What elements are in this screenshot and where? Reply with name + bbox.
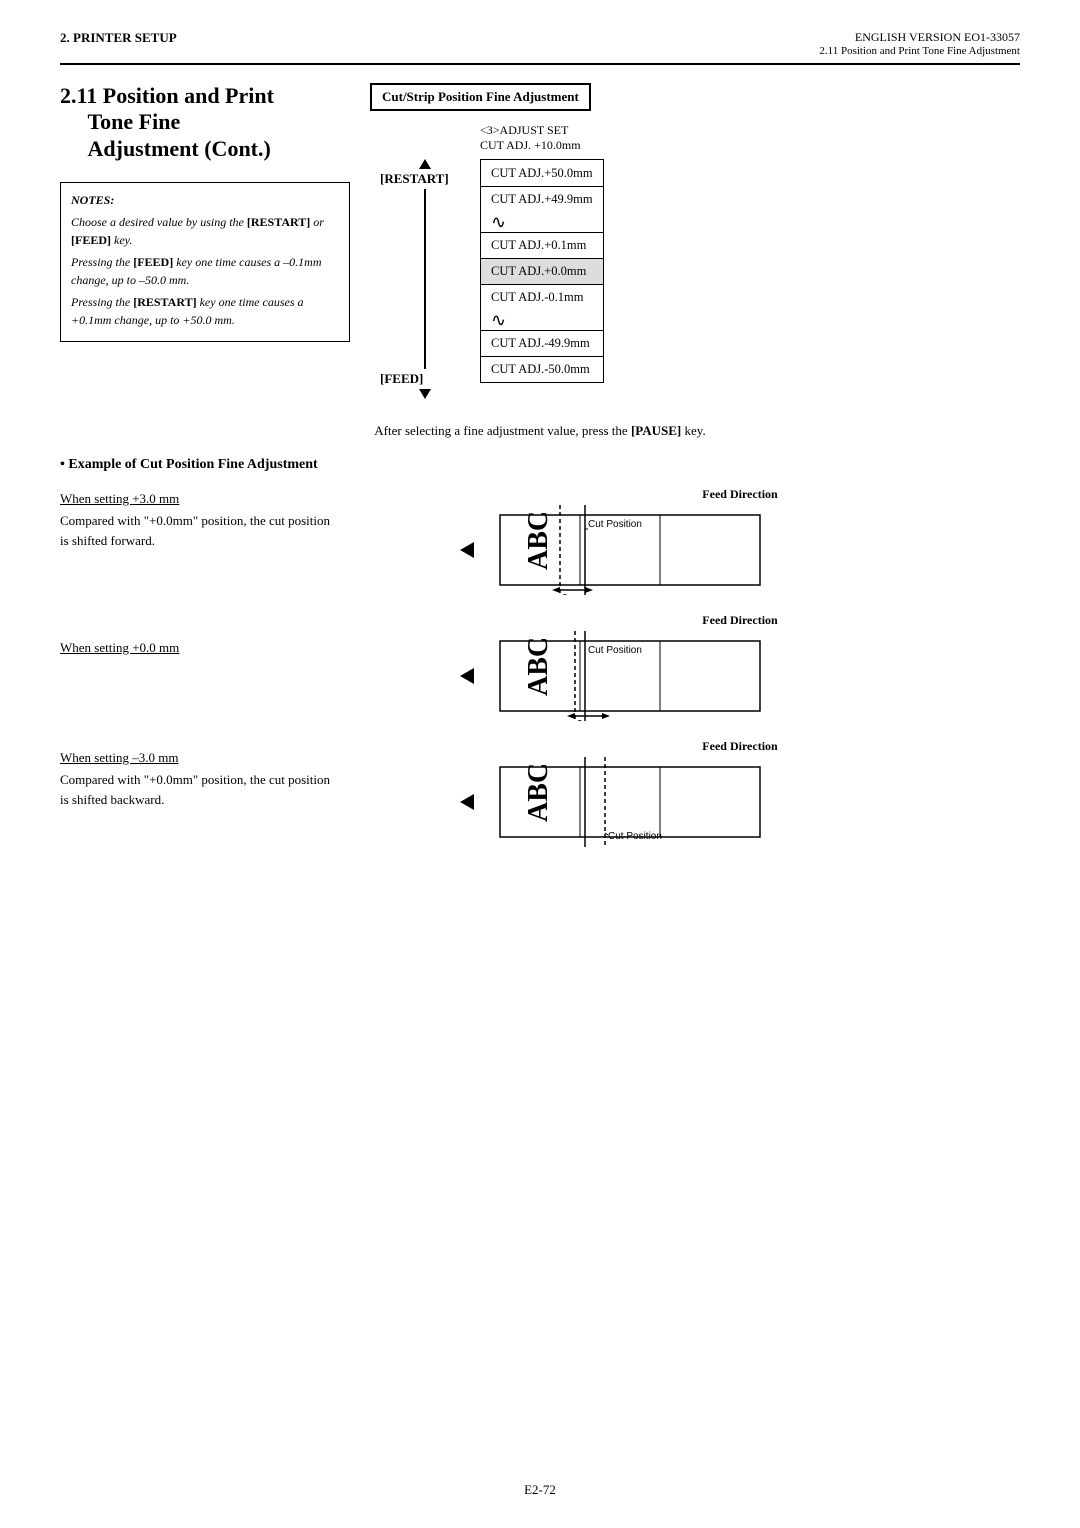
example-section: • Example of Cut Position Fine Adjustmen…: [60, 457, 1020, 853]
svg-text:Cut Position: Cut Position: [588, 519, 642, 530]
restart-label: [RESTART]: [380, 171, 449, 187]
section-title-line3: Adjustment (Cont.): [88, 136, 271, 161]
all-cases-visual: Feed Direction ABC: [460, 487, 1020, 853]
label-svg-plus3: ABC 3mm Cut Position: [490, 505, 770, 595]
section-title: 2.11 Position and Print Tone Fine Adjust…: [60, 83, 350, 162]
arrow-shaft-lower: [424, 279, 426, 369]
example-title: • Example of Cut Position Fine Adjustmen…: [60, 457, 1020, 473]
diagram-title: Cut/Strip Position Fine Adjustment: [370, 83, 591, 111]
section-title-line2: Tone Fine: [88, 109, 181, 134]
case-zero-text: When setting +0.0 mm: [60, 640, 420, 660]
svg-text:ABC: ABC: [523, 637, 554, 696]
svg-text:ABC: ABC: [523, 763, 554, 822]
case-minus3-visual: Feed Direction ABC: [460, 739, 1020, 847]
all-cases-text: When setting +3.0 mm Compared with "+0.0…: [60, 487, 420, 809]
case-minus3-feed-label: Feed Direction: [460, 739, 1020, 754]
case-minus3-title: When setting –3.0 mm: [60, 750, 420, 766]
case-plus3-feed-row: ABC 3mm Cut Position: [460, 505, 1020, 595]
value-row-1: CUT ADJ.+50.0mm: [481, 160, 603, 186]
label-svg-minus3: ABC Cut Position: [490, 757, 770, 847]
svg-text:3mm: 3mm: [562, 593, 584, 595]
right-column: Cut/Strip Position Fine Adjustment <3>AD…: [370, 83, 1020, 399]
case-zero-feed-label: Feed Direction: [460, 613, 1020, 628]
case-plus3-text: When setting +3.0 mm Compared with "+0.0…: [60, 491, 420, 550]
feed-arrow-zero: [460, 668, 474, 684]
svg-text:Cut Position: Cut Position: [608, 831, 662, 842]
page-header: 2. PRINTER SETUP ENGLISH VERSION EO1-330…: [60, 30, 1020, 65]
notes-title: NOTES:: [71, 191, 339, 209]
value-row-2: CUT ADJ.+49.9mm: [481, 186, 603, 212]
case-zero-feed-row: ABC 3mm Cut Position: [460, 631, 1020, 721]
label-svg-zero: ABC 3mm Cut Position: [490, 631, 770, 721]
section-number: 2.11: [60, 83, 97, 108]
case-zero-title: When setting +0.0 mm: [60, 640, 420, 656]
footer-page-num: E2-72: [524, 1482, 556, 1497]
value-row-4: CUT ADJ.+0.0mm: [481, 258, 603, 284]
arrow-down-tip: [419, 389, 431, 399]
value-row-3: CUT ADJ.+0.1mm: [481, 232, 603, 258]
case-minus3-feed-row: ABC Cut Position: [460, 757, 1020, 847]
top-note: <3>ADJUST SETCUT ADJ. +10.0mm: [480, 123, 1020, 153]
notes-line2: Pressing the [FEED] key one time causes …: [71, 253, 339, 289]
after-text: After selecting a fine adjustment value,…: [60, 423, 1020, 439]
value-row-6: CUT ADJ.-49.9mm: [481, 330, 603, 356]
arrow-column: [RESTART] [FEED]: [370, 159, 480, 399]
page-footer: E2-72: [0, 1482, 1080, 1498]
notes-line1: Choose a desired value by using the [RES…: [71, 213, 339, 249]
case-minus3-text: When setting –3.0 mm Compared with "+0.0…: [60, 750, 420, 809]
svg-text:ABC: ABC: [523, 511, 554, 570]
case-plus3-visual: Feed Direction ABC: [460, 487, 1020, 595]
svg-text:Cut Position: Cut Position: [588, 645, 642, 656]
left-column: 2.11 Position and Print Tone Fine Adjust…: [60, 83, 350, 399]
value-row-7: CUT ADJ.-50.0mm: [481, 356, 603, 382]
feed-label: [FEED]: [380, 371, 423, 387]
notes-line3: Pressing the [RESTART] key one time caus…: [71, 293, 339, 329]
feed-arrow-plus3: [460, 542, 474, 558]
example-block: When setting +3.0 mm Compared with "+0.0…: [60, 487, 1020, 853]
feed-arrow-minus3: [460, 794, 474, 810]
header-right: ENGLISH VERSION EO1-33057 2.11 Position …: [819, 30, 1020, 57]
squiggle-2: ∿: [481, 310, 603, 330]
arrow-up-tip: [419, 159, 431, 169]
section-title-line1: Position and Print: [103, 83, 274, 108]
svg-text:3mm: 3mm: [577, 719, 599, 721]
main-content: 2.11 Position and Print Tone Fine Adjust…: [60, 83, 1020, 399]
case-minus3-desc: Compared with "+0.0mm" position, the cut…: [60, 772, 330, 807]
notes-box: NOTES: Choose a desired value by using t…: [60, 182, 350, 342]
squiggle-1: ∿: [481, 212, 603, 232]
value-row-5: CUT ADJ.-0.1mm: [481, 284, 603, 310]
case-zero-visual: Feed Direction ABC: [460, 613, 1020, 721]
values-list: CUT ADJ.+50.0mm CUT ADJ.+49.9mm ∿ CUT AD…: [480, 159, 604, 383]
diagram-container: [RESTART] [FEED] CUT ADJ.+50.0mm CUT ADJ…: [370, 159, 1020, 399]
header-left: 2. PRINTER SETUP: [60, 30, 177, 46]
case-plus3-title: When setting +3.0 mm: [60, 491, 420, 507]
page: 2. PRINTER SETUP ENGLISH VERSION EO1-330…: [0, 0, 1080, 1528]
case-plus3-feed-label: Feed Direction: [460, 487, 1020, 502]
header-section: 2.11 Position and Print Tone Fine Adjust…: [819, 45, 1020, 57]
case-plus3-desc: Compared with "+0.0mm" position, the cut…: [60, 513, 330, 548]
header-version: ENGLISH VERSION EO1-33057: [819, 30, 1020, 45]
arrow-shaft-upper: [424, 189, 426, 279]
